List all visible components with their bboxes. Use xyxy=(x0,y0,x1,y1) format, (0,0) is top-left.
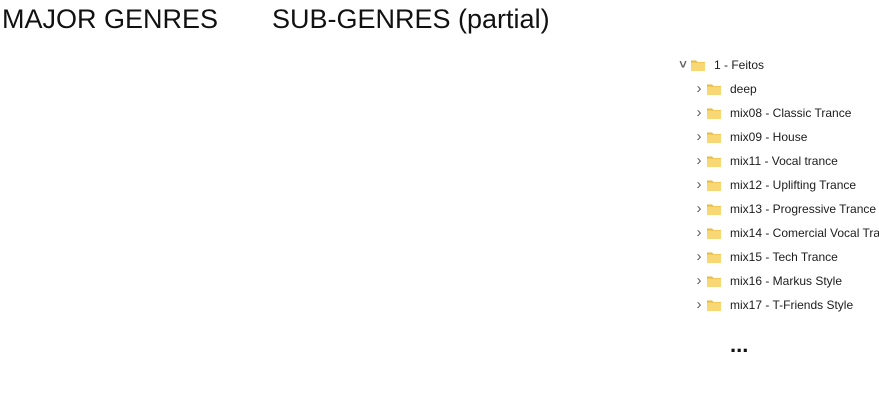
chevron-right-icon[interactable]: › xyxy=(692,150,706,172)
chevron-right-icon[interactable]: › xyxy=(692,126,706,148)
tree-item[interactable]: ˅ 1 - Feitos xyxy=(676,54,764,76)
tree-item[interactable]: › mix15 - Tech Trance xyxy=(692,246,838,268)
tree-item[interactable]: › mix12 - Uplifting Trance xyxy=(692,174,857,196)
tree-item-label: mix17 - T-Friends Style xyxy=(730,298,854,312)
tree-item[interactable]: › mix08 - Classic Trance xyxy=(692,102,852,124)
chevron-right-icon[interactable]: › xyxy=(692,222,706,244)
tree-item[interactable]: › mix13 - Progressive Trance xyxy=(692,198,877,220)
folder-icon xyxy=(706,225,726,241)
folder-icon xyxy=(706,153,726,169)
tree-item-label: mix09 - House xyxy=(730,130,808,144)
chevron-down-icon[interactable]: ˅ xyxy=(676,54,690,76)
tree-item[interactable]: › mix16 - Markus Style xyxy=(692,270,843,292)
chevron-right-icon[interactable]: › xyxy=(692,198,706,220)
folder-icon xyxy=(706,249,726,265)
tree-item-label: mix14 - Comercial Vocal Trance xyxy=(730,226,879,240)
folder-icon xyxy=(706,105,726,121)
chevron-right-icon[interactable]: › xyxy=(692,78,706,100)
tree-item-label: mix11 - Vocal trance xyxy=(730,154,838,168)
more-indicator: ... xyxy=(730,332,749,357)
tree-item-label: mix12 - Uplifting Trance xyxy=(730,178,857,192)
folder-icon xyxy=(706,201,726,217)
tree-item[interactable]: › mix14 - Comercial Vocal Trance xyxy=(692,222,879,244)
chevron-right-icon[interactable]: › xyxy=(692,294,706,316)
chevron-right-icon[interactable]: › xyxy=(692,246,706,268)
chevron-right-icon[interactable]: › xyxy=(692,102,706,124)
folder-icon xyxy=(690,57,710,73)
tree-item[interactable]: › mix09 - House xyxy=(692,126,808,148)
folder-icon xyxy=(706,177,726,193)
tree-item-label: mix15 - Tech Trance xyxy=(730,250,838,264)
chevron-right-icon[interactable]: › xyxy=(692,174,706,196)
tree-item-label: 1 - Feitos xyxy=(714,58,765,72)
tree-item-label: deep xyxy=(730,82,757,96)
tree-item-label: mix16 - Markus Style xyxy=(730,274,843,288)
folder-icon xyxy=(706,297,726,313)
folder-icon xyxy=(706,129,726,145)
tree-item-label: mix08 - Classic Trance xyxy=(730,106,852,120)
tree-item-label: mix13 - Progressive Trance xyxy=(730,202,877,216)
chevron-right-icon[interactable]: › xyxy=(692,270,706,292)
tree-item[interactable]: › deep xyxy=(692,78,757,100)
folder-icon xyxy=(706,81,726,97)
tree-item[interactable]: › mix17 - T-Friends Style xyxy=(692,294,854,316)
folder-icon xyxy=(706,273,726,289)
tree-item[interactable]: › mix11 - Vocal trance xyxy=(692,150,838,172)
